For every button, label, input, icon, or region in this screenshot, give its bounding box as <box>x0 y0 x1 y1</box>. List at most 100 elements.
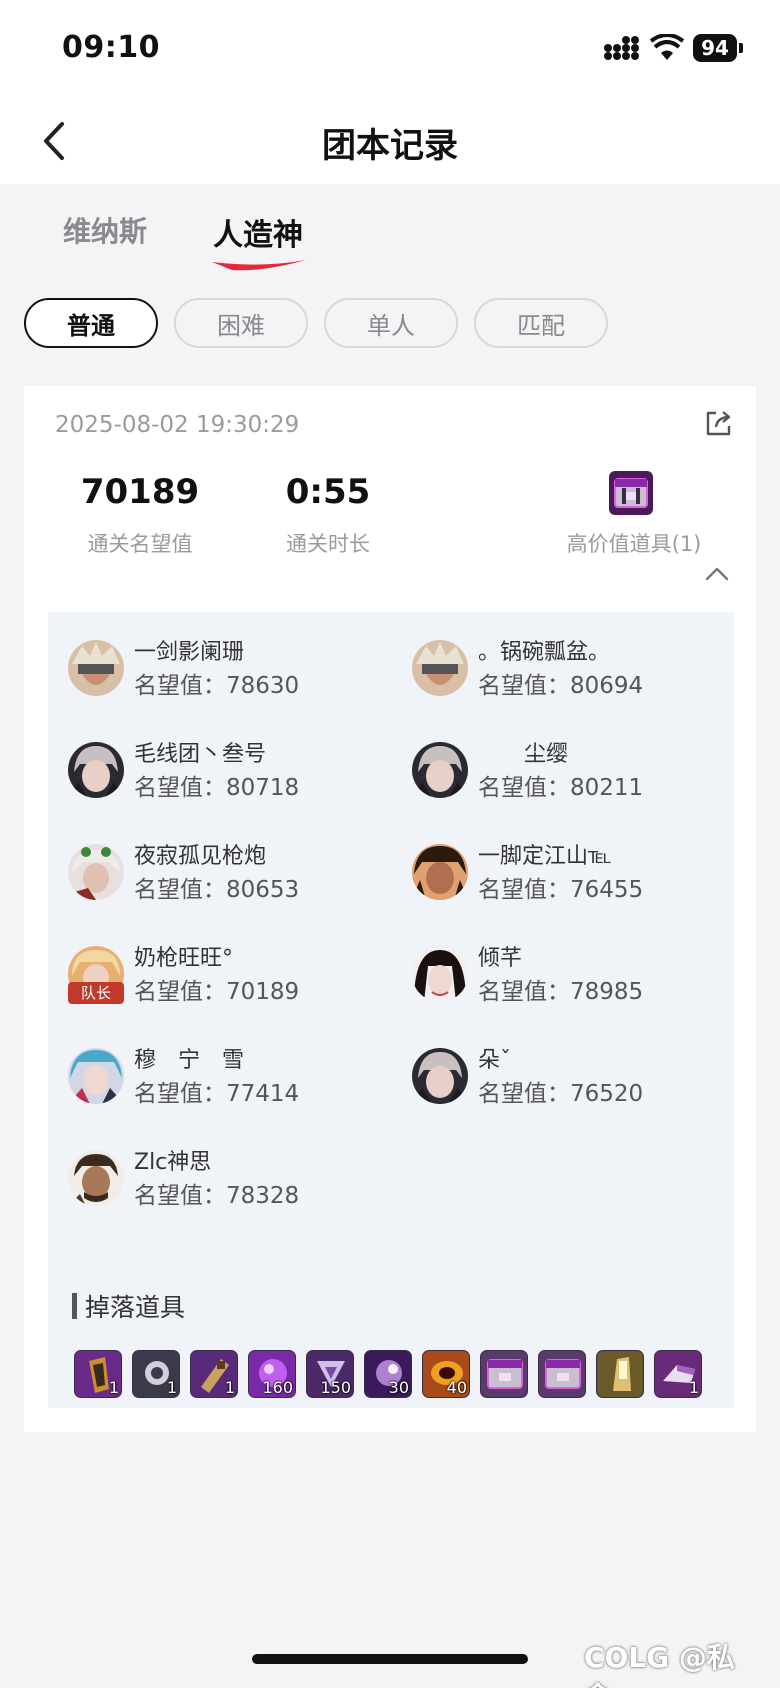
avatar <box>412 1048 468 1104</box>
share-icon[interactable] <box>704 408 734 438</box>
mode-chip-normal[interactable]: 普通 <box>24 298 158 348</box>
avatar <box>412 640 468 696</box>
drop-item[interactable]: 1 <box>132 1350 180 1398</box>
member-item[interactable]: 夜寂孤见枪炮 名望值：80653 <box>68 838 398 908</box>
member-name: 奶枪旺旺° <box>134 946 234 971</box>
drop-count: 30 <box>388 1378 409 1397</box>
drops-section-title: 掉落道具 <box>72 1288 185 1324</box>
dropped-items-row: 1 1 1 160 150 30 40 1 <box>74 1350 702 1398</box>
member-name: 朵ˇ <box>478 1048 512 1073</box>
member-reputation: 名望值：77414 <box>134 1081 300 1107</box>
avatar <box>68 742 124 798</box>
signal-icon <box>604 36 639 60</box>
drop-item[interactable] <box>596 1350 644 1398</box>
mode-chip-match[interactable]: 匹配 <box>474 298 608 348</box>
status-time: 09:10 <box>62 30 160 65</box>
drops-title-text: 掉落道具 <box>85 1293 186 1322</box>
item-icon <box>487 1359 523 1389</box>
drop-count: 150 <box>320 1378 351 1397</box>
drop-item[interactable]: 1 <box>654 1350 702 1398</box>
battery-tip <box>739 43 743 53</box>
avatar <box>412 844 468 900</box>
clear-reputation-value: 70189 <box>80 472 200 512</box>
member-reputation: 名望值：70189 <box>134 979 300 1005</box>
section-marker <box>72 1293 77 1319</box>
clear-duration-value: 0:55 <box>285 472 371 512</box>
drop-item[interactable]: 150 <box>306 1350 354 1398</box>
active-tab-indicator <box>212 260 306 271</box>
member-item[interactable]: 穆 宁 雪 名望值：77414 <box>68 1042 398 1112</box>
item-icon <box>613 1357 631 1391</box>
valuable-items-label: 高价值道具(1) <box>566 532 702 556</box>
member-reputation: 名望值：80694 <box>478 673 644 699</box>
nav-bar: 团本记录 <box>0 100 780 184</box>
member-reputation: 名望值：80653 <box>134 877 300 903</box>
drop-count: 1 <box>224 1378 235 1397</box>
member-name: 一脚定江山℡ <box>478 844 612 869</box>
member-item[interactable]: 队长 奶枪旺旺° 名望值：70189 <box>68 940 398 1010</box>
page-title: 团本记录 <box>322 126 458 166</box>
tab-venus[interactable]: 维纳斯 <box>63 210 147 250</box>
drop-count: 1 <box>688 1378 699 1397</box>
raid-record-card: 2025-08-02 19:30:29 70189 通关名望值 0:55 通关时… <box>24 386 756 1432</box>
drop-item[interactable]: 1 <box>190 1350 238 1398</box>
mode-chip-solo[interactable]: 单人 <box>324 298 458 348</box>
avatar <box>412 742 468 798</box>
drop-item[interactable]: 40 <box>422 1350 470 1398</box>
drop-count: 40 <box>446 1378 467 1397</box>
member-item[interactable]: 。锅碗瓢盆。 名望值：80694 <box>412 634 742 704</box>
tab-artificial-god[interactable]: 人造神 <box>213 210 303 254</box>
member-reputation: 名望值：76520 <box>478 1081 644 1107</box>
drop-item[interactable] <box>538 1350 586 1398</box>
member-item[interactable]: 朵ˇ 名望值：76520 <box>412 1042 742 1112</box>
drop-count: 1 <box>108 1378 119 1397</box>
wifi-icon <box>650 34 684 60</box>
avatar <box>68 844 124 900</box>
drop-count: 1 <box>166 1378 177 1397</box>
valuable-item-icon[interactable] <box>608 470 654 516</box>
member-item[interactable]: 一剑影阑珊 名望值：78630 <box>68 634 398 704</box>
member-item[interactable]: 毛线团丶叁号 名望值：80718 <box>68 736 398 806</box>
member-reputation: 名望值：78630 <box>134 673 300 699</box>
member-reputation: 名望值：80718 <box>134 775 300 801</box>
member-item[interactable]: 尘缨 名望值：80211 <box>412 736 742 806</box>
avatar <box>68 1150 124 1206</box>
member-reputation: 名望值：78328 <box>134 1183 300 1209</box>
watermark-text: COLG @私念、 <box>584 1641 735 1688</box>
member-name: 尘缨 <box>524 742 569 767</box>
clear-reputation-label: 通关名望值 <box>87 532 193 556</box>
collapse-chevron-icon[interactable] <box>705 566 729 582</box>
member-reputation: 名望值：80211 <box>478 775 644 801</box>
battery-level: 94 <box>693 34 737 62</box>
drop-item[interactable] <box>480 1350 528 1398</box>
avatar <box>412 946 468 1002</box>
status-bar: 09:10 94 <box>0 0 780 100</box>
member-reputation: 名望值：76455 <box>478 877 644 903</box>
member-name: Zlc神思 <box>134 1150 212 1175</box>
member-name: 穆 宁 雪 <box>134 1048 245 1073</box>
member-name: 毛线团丶叁号 <box>134 742 267 767</box>
home-indicator[interactable] <box>252 1654 528 1664</box>
member-name: 一剑影阑珊 <box>134 640 245 665</box>
record-datetime: 2025-08-02 19:30:29 <box>55 412 300 438</box>
avatar <box>68 1048 124 1104</box>
members-panel: 一剑影阑珊 名望值：78630 。锅碗瓢盆。 名望值：80694 毛线团丶叁号 … <box>48 612 734 1408</box>
drop-item[interactable]: 1 <box>74 1350 122 1398</box>
member-item[interactable]: 倾芊 名望值：78985 <box>412 940 742 1010</box>
member-reputation: 名望值：78985 <box>478 979 644 1005</box>
clear-duration-label: 通关时长 <box>286 532 370 556</box>
mode-chip-hard[interactable]: 困难 <box>174 298 308 348</box>
drop-item[interactable]: 30 <box>364 1350 412 1398</box>
battery-indicator: 94 <box>693 34 743 62</box>
avatar <box>68 640 124 696</box>
member-name: 夜寂孤见枪炮 <box>134 844 267 869</box>
item-icon <box>545 1359 581 1389</box>
page: 09:10 94 团本记录 维纳斯 人造神 普通 困难 单人 匹配 2025-0… <box>0 0 780 1688</box>
member-item[interactable]: Zlc神思 名望值：78328 <box>68 1144 398 1214</box>
drop-item[interactable]: 160 <box>248 1350 296 1398</box>
leader-badge: 队长 <box>68 982 124 1004</box>
member-name: 。锅碗瓢盆。 <box>478 640 611 665</box>
member-name: 倾芊 <box>478 946 523 971</box>
drop-count: 160 <box>262 1378 293 1397</box>
member-item[interactable]: 一脚定江山℡ 名望值：76455 <box>412 838 742 908</box>
